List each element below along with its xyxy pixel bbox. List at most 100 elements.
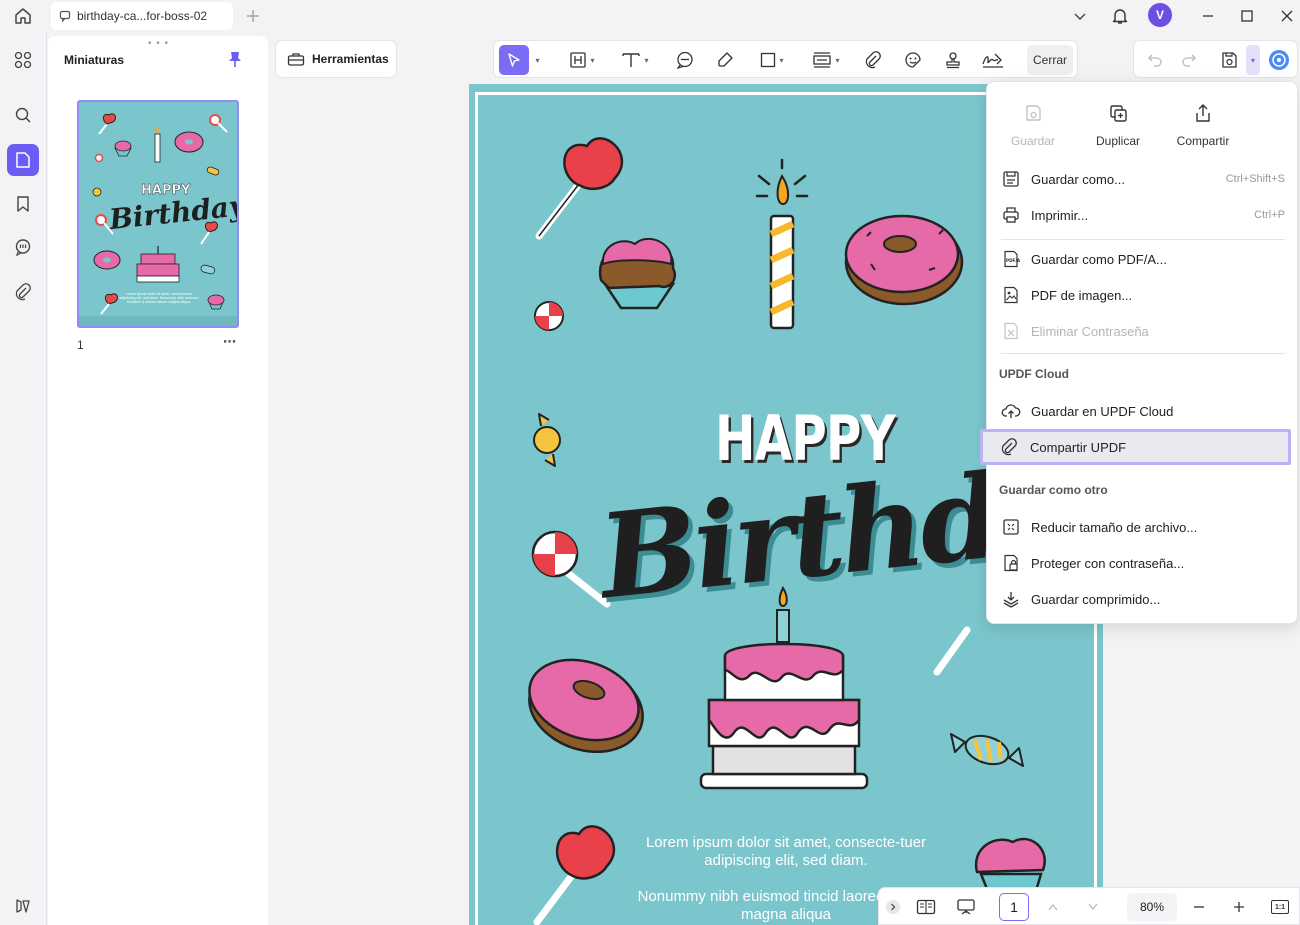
- comment-bubble-icon: [676, 51, 693, 69]
- save-icon[interactable]: [1216, 45, 1242, 75]
- close-window-icon[interactable]: [1275, 4, 1299, 28]
- thumb-lorem-text: Lorem ipsum dolor sit amet, consectetuer…: [119, 292, 199, 304]
- thumb-candy-2: [92, 187, 102, 197]
- main-toolbar: ▾ ▾ ▾ ▾ ▾ Cerrar: [493, 40, 1078, 78]
- select-tool-caret[interactable]: ▾: [530, 45, 542, 75]
- cupcake-1: [598, 237, 676, 310]
- text-tool[interactable]: ▾: [616, 45, 654, 75]
- shape-tool[interactable]: ▾: [754, 45, 790, 75]
- image-pdf-icon: [1001, 285, 1021, 305]
- lollipop-heart-3: [933, 626, 971, 676]
- signature-tool[interactable]: [978, 45, 1008, 75]
- birthday-cake: [699, 585, 869, 790]
- collapse-icon[interactable]: [885, 894, 901, 920]
- text-icon: [622, 53, 641, 67]
- menu-remove-password[interactable]: Eliminar Contraseña: [1001, 315, 1285, 347]
- quick-duplicate-button[interactable]: Duplicar: [1078, 100, 1158, 148]
- toolbox-icon: [287, 53, 305, 66]
- zoom-level[interactable]: 80%: [1127, 893, 1177, 921]
- chevron-down-icon[interactable]: [1068, 4, 1092, 28]
- pin-icon[interactable]: [227, 50, 243, 68]
- right-toolbar: ▾: [1133, 40, 1298, 78]
- sticker-tool[interactable]: [900, 45, 926, 75]
- page-layout-icon[interactable]: [913, 894, 939, 920]
- menu-protect-password[interactable]: Proteger con contraseña...: [1001, 547, 1285, 579]
- stamp-tool[interactable]: [940, 45, 966, 75]
- save-dropdown-menu: Guardar Duplicar Compartir Guardar como.…: [986, 81, 1298, 624]
- presentation-icon[interactable]: [953, 894, 979, 920]
- rectangle-icon: [761, 52, 776, 68]
- maximize-icon[interactable]: [1235, 4, 1259, 28]
- menu-print[interactable]: Imprimir... Ctrl+P: [1001, 199, 1285, 231]
- menu-share-updf[interactable]: Compartir UPDF: [1000, 431, 1284, 463]
- thumbnails-icon[interactable]: [7, 144, 39, 176]
- menu-save-pdfa[interactable]: PDF/A Guardar como PDF/A...: [1001, 243, 1285, 275]
- bottom-bar: 1 80% 1:1: [878, 887, 1300, 925]
- page-thumbnail[interactable]: HAPPY Birthday Lorem ipsum dolor sit ame…: [77, 100, 239, 328]
- search-icon[interactable]: [7, 99, 39, 131]
- svg-text:PDF/A: PDF/A: [1006, 258, 1020, 263]
- avatar[interactable]: V: [1148, 3, 1172, 27]
- panel-grip[interactable]: • • •: [148, 38, 169, 49]
- remove-password-icon: [1001, 321, 1021, 341]
- apps-grid-icon[interactable]: [7, 44, 39, 76]
- sidebar-toggle-icon[interactable]: [7, 890, 39, 922]
- highlight-tool[interactable]: [712, 45, 738, 75]
- lollipop-heart-2: [533, 825, 615, 925]
- paperclip-icon: [865, 51, 881, 69]
- signature-icon: [982, 53, 1003, 68]
- edit-tool[interactable]: ▾: [564, 45, 600, 75]
- page-number-input[interactable]: 1: [999, 893, 1029, 921]
- attach-tool[interactable]: [860, 45, 886, 75]
- tools-button[interactable]: Herramientas: [275, 40, 397, 78]
- thumbnail-more-button[interactable]: ⋯: [223, 334, 236, 350]
- ai-assistant-icon[interactable]: [1266, 45, 1292, 75]
- quick-share-button[interactable]: Compartir: [1163, 100, 1243, 148]
- chevron-down-icon: ▾: [644, 55, 649, 65]
- zoom-in-icon[interactable]: [1229, 894, 1249, 920]
- menu-save-as-label: Guardar como...: [1031, 171, 1125, 187]
- menu-print-label: Imprimir...: [1031, 207, 1089, 223]
- tools-label: Herramientas: [312, 52, 389, 66]
- comments-icon[interactable]: [7, 231, 39, 263]
- printer-icon: [1001, 205, 1021, 225]
- save-menu-caret[interactable]: ▾: [1246, 45, 1260, 75]
- quick-save-button[interactable]: Guardar: [993, 100, 1073, 148]
- lollipop-heart-1: [535, 137, 623, 240]
- select-tool[interactable]: [499, 45, 529, 75]
- thumbnails-panel: • • • Miniaturas HAPPY Birthday Lorem ip…: [48, 36, 268, 925]
- redo-icon[interactable]: [1176, 45, 1202, 75]
- home-icon[interactable]: [11, 4, 35, 28]
- menu-divider: [1001, 239, 1285, 240]
- menu-save-compressed[interactable]: Guardar comprimido...: [1001, 583, 1285, 615]
- previous-page-icon[interactable]: [1043, 894, 1063, 920]
- lock-file-icon: [1001, 553, 1021, 573]
- wrapped-candy-1: [533, 413, 561, 467]
- share-icon: [1163, 100, 1243, 126]
- next-page-icon[interactable]: [1083, 894, 1103, 920]
- new-tab-icon[interactable]: [241, 4, 265, 28]
- minimize-icon[interactable]: [1196, 4, 1220, 28]
- thumbnails-title: Miniaturas: [64, 53, 125, 67]
- zoom-out-icon[interactable]: [1189, 894, 1209, 920]
- menu-save-cloud[interactable]: Guardar en UPDF Cloud: [1001, 395, 1285, 427]
- form-tool[interactable]: ▾: [806, 45, 846, 75]
- form-field-icon: [813, 52, 832, 68]
- menu-remove-password-label: Eliminar Contraseña: [1031, 323, 1149, 339]
- document-tab[interactable]: birthday-ca...for-boss-02: [51, 2, 233, 30]
- bell-icon[interactable]: [1108, 4, 1132, 28]
- menu-image-pdf[interactable]: PDF de imagen...: [1001, 279, 1285, 311]
- thumb-donut-1: [174, 131, 204, 153]
- comment-tool[interactable]: [672, 45, 698, 75]
- menu-save-as[interactable]: Guardar como... Ctrl+Shift+S: [1001, 163, 1285, 195]
- menu-reduce-size[interactable]: Reducir tamaño de archivo...: [1001, 511, 1285, 543]
- attachment-icon[interactable]: [7, 276, 39, 308]
- cupcake-2: [974, 837, 1046, 896]
- undo-icon[interactable]: [1142, 45, 1168, 75]
- bookmark-icon[interactable]: [7, 188, 39, 220]
- close-tool-button[interactable]: Cerrar: [1027, 45, 1073, 75]
- actual-size-button[interactable]: 1:1: [1269, 894, 1291, 920]
- cursor-icon: [508, 53, 520, 67]
- section-other-title: Guardar como otro: [999, 483, 1108, 497]
- chevron-down-icon: ▾: [590, 55, 595, 65]
